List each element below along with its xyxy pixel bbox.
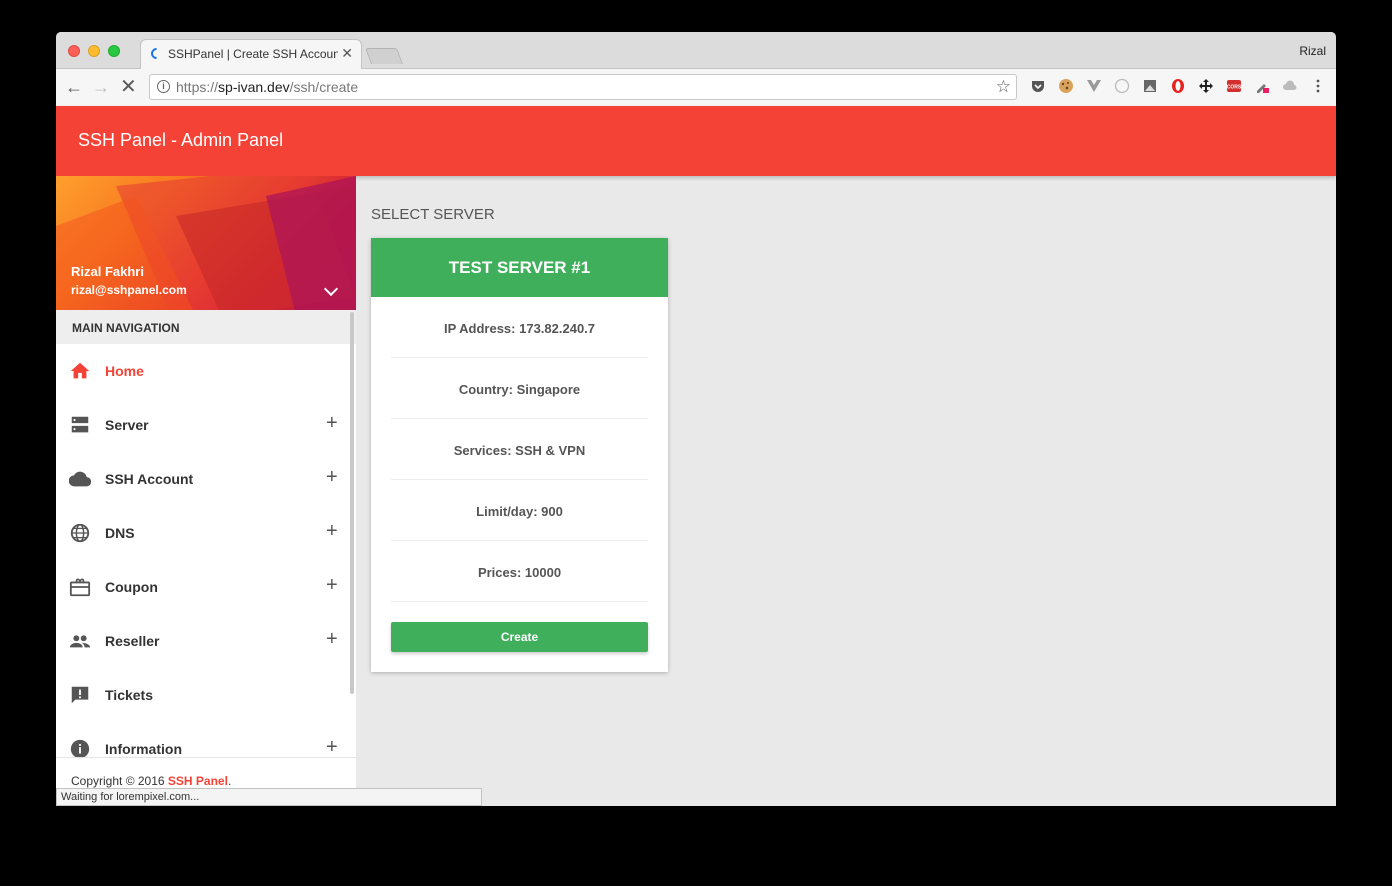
user-name: Rizal Fakhri	[71, 264, 144, 279]
browser-tab[interactable]: SSHPanel | Create SSH Account ✕	[140, 39, 362, 69]
stop-loading-icon[interactable]: ✕	[120, 77, 137, 97]
server-services-row: Services: SSH & VPN	[391, 419, 648, 480]
menu-kebab-icon[interactable]	[1310, 78, 1326, 94]
sidebar-footer-divider	[56, 757, 356, 758]
sidebar-item-label: Tickets	[105, 687, 153, 703]
server-country-row: Country: Singapore	[391, 358, 648, 419]
sidebar-item-coupon[interactable]: Coupon +	[56, 560, 356, 614]
site-info-icon[interactable]: i	[157, 80, 170, 93]
sidebar-item-label: Information	[105, 741, 182, 757]
expand-plus-icon[interactable]: +	[326, 628, 338, 651]
ghost-extension-icon[interactable]	[1114, 78, 1130, 94]
status-text: Waiting for lorempixel.com...	[61, 791, 200, 803]
sidebar-item-server[interactable]: Server +	[56, 398, 356, 452]
forward-arrow-icon[interactable]: →	[92, 77, 110, 97]
url-text[interactable]: https://sp-ivan.dev/ssh/create	[176, 79, 358, 95]
browser-window: SSHPanel | Create SSH Account ✕ Rizal ← …	[56, 32, 1336, 806]
server-prices-row: Prices: 10000	[391, 541, 648, 602]
home-icon	[70, 362, 90, 379]
profile-name[interactable]: Rizal	[1299, 44, 1326, 58]
sidebar-item-reseller[interactable]: Reseller +	[56, 614, 356, 668]
gift-card-icon	[69, 578, 91, 597]
pocket-extension-icon[interactable]	[1030, 78, 1046, 94]
nav-section-label: MAIN NAVIGATION	[72, 321, 180, 335]
sidebar-item-label: Coupon	[105, 579, 158, 595]
sidebar-item-dns[interactable]: DNS +	[56, 506, 356, 560]
copyright-brand-link[interactable]: SSH Panel	[168, 774, 228, 788]
tab-close-icon[interactable]: ✕	[341, 45, 353, 62]
app-title[interactable]: SSH Panel - Admin Panel	[78, 130, 283, 151]
browser-toolbar: ← → ✕ i https://sp-ivan.dev/ssh/create ☆…	[56, 69, 1336, 107]
server-icon	[71, 416, 89, 433]
tab-strip: SSHPanel | Create SSH Account ✕ Rizal	[56, 32, 1336, 69]
expand-plus-icon[interactable]: +	[326, 466, 338, 489]
sidebar-item-tickets[interactable]: Tickets	[56, 668, 356, 722]
zoom-window-button[interactable]	[108, 45, 120, 57]
section-title: SELECT SERVER	[371, 206, 495, 223]
cloud-icon	[69, 471, 91, 487]
sidebar-item-label: Home	[105, 363, 144, 379]
server-card-header: TEST SERVER #1	[371, 238, 668, 297]
people-icon	[69, 635, 91, 648]
server-card-title: TEST SERVER #1	[448, 258, 591, 277]
close-window-button[interactable]	[68, 45, 80, 57]
expand-plus-icon[interactable]: +	[326, 412, 338, 435]
create-button[interactable]: Create	[391, 622, 648, 652]
vue-devtools-extension-icon[interactable]	[1086, 78, 1102, 94]
eyedropper-extension-icon[interactable]	[1254, 78, 1270, 94]
server-ip-row: IP Address: 173.82.240.7	[391, 297, 648, 358]
cloud-extension-icon[interactable]	[1282, 78, 1298, 94]
sidebar-item-ssh-account[interactable]: SSH Account +	[56, 452, 356, 506]
expand-plus-icon[interactable]: +	[326, 574, 338, 597]
sidebar: Rizal Fakhri rizal@sshpanel.com MAIN NAV…	[56, 176, 356, 806]
sidebar-menu: Home Server + SSH Account + DNS + Coupon…	[56, 344, 356, 776]
app-header: SSH Panel - Admin Panel	[56, 106, 1336, 176]
screenshot-extension-icon[interactable]	[1142, 78, 1158, 94]
address-bar[interactable]: i https://sp-ivan.dev/ssh/create ☆	[149, 74, 1017, 100]
user-email: rizal@sshpanel.com	[71, 283, 187, 297]
user-info-panel: Rizal Fakhri rizal@sshpanel.com	[56, 176, 356, 310]
expand-plus-icon[interactable]: +	[326, 520, 338, 543]
move-extension-icon[interactable]	[1198, 78, 1214, 94]
expand-plus-icon[interactable]: +	[326, 736, 338, 759]
server-card: TEST SERVER #1 IP Address: 173.82.240.7 …	[371, 238, 668, 672]
loading-spinner-icon	[148, 45, 165, 62]
server-limit-row: Limit/day: 900	[391, 480, 648, 541]
sidebar-item-information[interactable]: Information +	[56, 722, 356, 776]
tab-title: SSHPanel | Create SSH Account	[168, 47, 338, 61]
sidebar-item-label: SSH Account	[105, 471, 194, 487]
sidebar-item-label: Server	[105, 417, 149, 433]
bookmark-star-icon[interactable]: ☆	[996, 77, 1011, 97]
nav-section-header: MAIN NAVIGATION	[56, 310, 356, 344]
svg-text:CORS: CORS	[1227, 85, 1242, 91]
browser-status-bar: Waiting for lorempixel.com...	[56, 788, 482, 806]
sidebar-item-label: DNS	[105, 525, 135, 541]
globe-icon	[70, 523, 90, 543]
feedback-icon	[71, 686, 89, 704]
back-arrow-icon[interactable]: ←	[65, 77, 83, 97]
cors-extension-icon[interactable]: CORS	[1226, 78, 1242, 94]
sidebar-item-label: Reseller	[105, 633, 160, 649]
opera-extension-icon[interactable]	[1170, 78, 1186, 94]
new-tab-button[interactable]	[365, 48, 403, 64]
copyright-text: Copyright © 2016 SSH Panel.	[71, 774, 232, 788]
sidebar-item-home[interactable]: Home	[56, 344, 356, 398]
minimize-window-button[interactable]	[88, 45, 100, 57]
cookie-extension-icon[interactable]	[1058, 78, 1074, 94]
